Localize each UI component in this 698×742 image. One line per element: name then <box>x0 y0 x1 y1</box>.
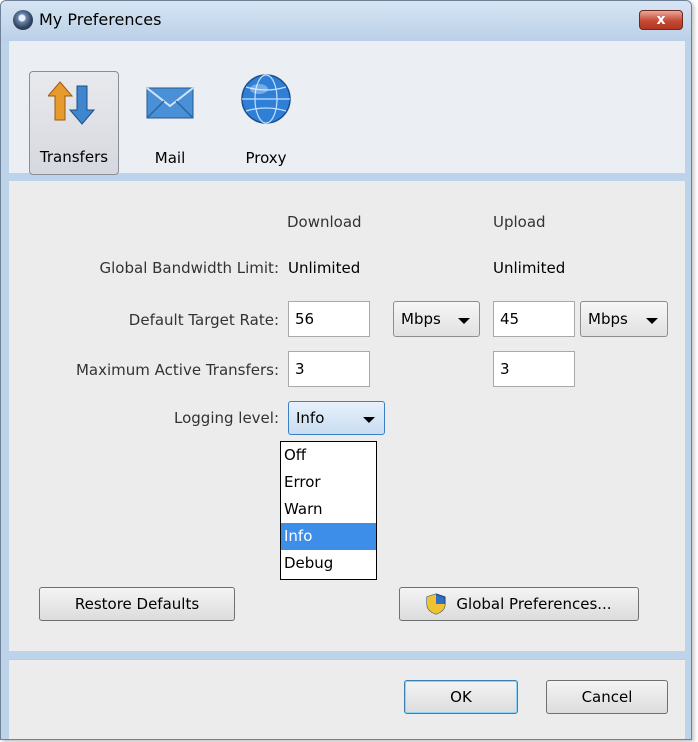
chevron-down-icon <box>646 318 658 324</box>
uac-shield-icon <box>426 593 446 615</box>
upload-max-transfers-input[interactable]: 3 <box>493 351 575 387</box>
preferences-window: My Preferences x Transfers Mail Proxy Do… <box>0 0 692 740</box>
max-transfers-label: Maximum Active Transfers: <box>75 361 279 379</box>
download-max-transfers-input[interactable]: 3 <box>288 351 370 387</box>
upload-rate-unit-select[interactable]: Mbps <box>580 301 668 337</box>
download-rate-input[interactable]: 56 <box>288 301 370 337</box>
mail-envelope-icon <box>146 87 194 119</box>
download-bandwidth-value: Unlimited <box>288 259 361 277</box>
logging-option-debug[interactable]: Debug <box>281 550 376 577</box>
upload-bandwidth-value: Unlimited <box>493 259 566 277</box>
app-globe-icon <box>13 10 33 30</box>
logging-level-label: Logging level: <box>174 409 279 427</box>
tab-mail[interactable]: Mail <box>125 71 215 175</box>
chevron-down-icon <box>363 417 375 423</box>
proxy-globe-icon <box>241 74 291 124</box>
logging-level-select[interactable]: Info <box>288 401 385 435</box>
category-toolbar: Transfers Mail Proxy <box>9 41 685 175</box>
cancel-button[interactable]: Cancel <box>546 680 668 714</box>
tab-transfers-label: Transfers <box>39 148 109 166</box>
window-title: My Preferences <box>39 10 162 29</box>
tab-proxy[interactable]: Proxy <box>221 71 311 175</box>
logging-level-value: Info <box>296 409 325 427</box>
target-rate-label: Default Target Rate: <box>128 311 279 329</box>
logging-option-warn[interactable]: Warn <box>281 496 376 523</box>
logging-option-info[interactable]: Info <box>281 523 376 550</box>
download-rate-unit-value: Mbps <box>401 310 441 328</box>
download-rate-unit-select[interactable]: Mbps <box>393 301 480 337</box>
global-preferences-button[interactable]: Global Preferences... <box>399 587 639 621</box>
upload-rate-input[interactable]: 45 <box>493 301 575 337</box>
transfers-panel: Download Upload Global Bandwidth Limit: … <box>9 181 685 651</box>
logging-level-dropdown: Off Error Warn Info Debug <box>280 441 377 580</box>
restore-defaults-button[interactable]: Restore Defaults <box>39 587 235 621</box>
upload-column-header: Upload <box>493 213 546 231</box>
dialog-footer: OK Cancel <box>9 659 685 739</box>
upload-rate-unit-value: Mbps <box>588 310 628 328</box>
logging-option-error[interactable]: Error <box>281 469 376 496</box>
global-preferences-label: Global Preferences... <box>456 595 612 613</box>
transfers-arrows-icon <box>48 81 96 125</box>
tab-mail-label: Mail <box>154 149 186 167</box>
download-column-header: Download <box>287 213 362 231</box>
title-bar: My Preferences x <box>1 1 691 41</box>
logging-option-off[interactable]: Off <box>281 442 376 469</box>
close-button[interactable]: x <box>639 10 683 30</box>
tab-proxy-label: Proxy <box>245 149 287 167</box>
ok-button[interactable]: OK <box>404 680 518 714</box>
bandwidth-limit-label: Global Bandwidth Limit: <box>99 259 279 277</box>
tab-transfers[interactable]: Transfers <box>29 71 119 175</box>
chevron-down-icon <box>458 318 470 324</box>
